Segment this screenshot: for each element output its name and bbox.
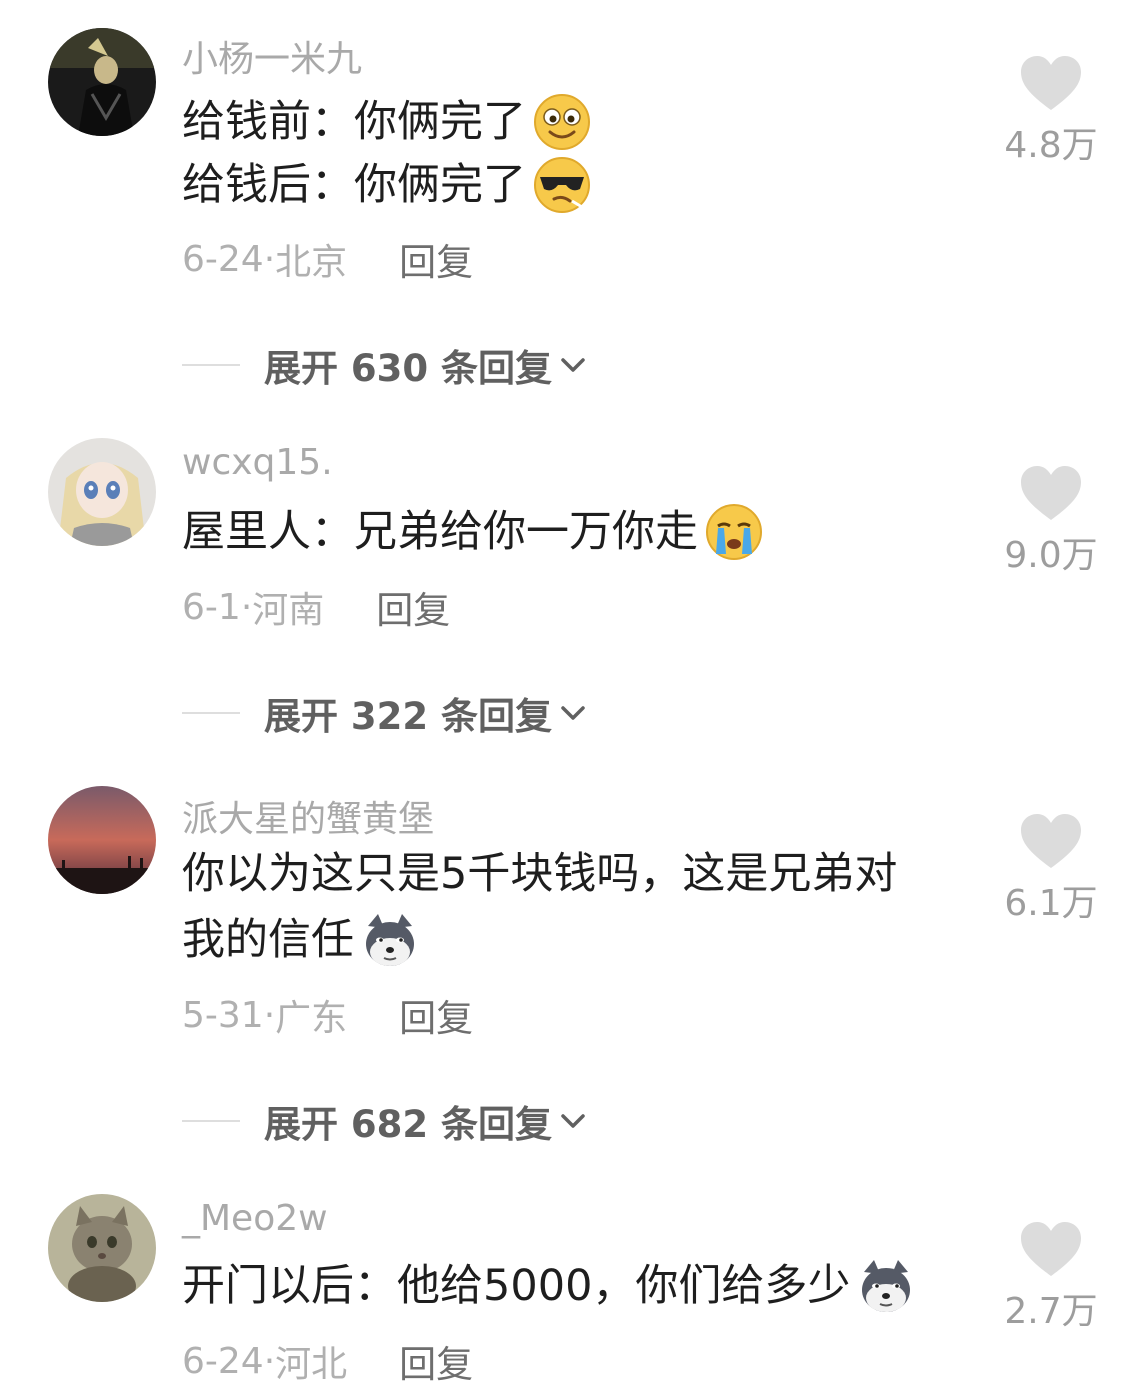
like-control[interactable]: 9.0万 [996,464,1106,578]
comment-date: 5-31 [182,994,264,1036]
smile-emoji [532,92,592,152]
expand-replies-button[interactable]: 展开 682 条回复 [182,1094,588,1148]
cool-emoji [532,155,592,215]
chevron-down-icon [561,358,585,372]
divider [182,364,240,366]
meta-separator: · [263,1340,276,1382]
like-count: 9.0万 [1004,535,1098,576]
username[interactable]: wcxq15. [182,442,333,483]
doge-emoji [360,910,420,970]
avatar[interactable] [48,438,156,546]
like-count: 6.1万 [1004,883,1098,924]
meta-separator: · [263,994,276,1036]
reply-button[interactable]: 回复 [376,580,450,634]
comment-text-line: 屋里人：兄弟给你一万你走 [182,502,764,562]
comment-text-line: 开门以后：他给5000，你们给多少 [182,1256,916,1316]
doge-emoji [856,1256,916,1316]
like-control[interactable]: 4.8万 [996,54,1106,168]
expand-replies-button[interactable]: 展开 630 条回复 [182,338,588,392]
like-control[interactable]: 2.7万 [996,1220,1106,1334]
like-control[interactable]: 6.1万 [996,812,1106,926]
meta-separator: · [240,586,253,628]
comment-text-line: 给钱前：你俩完了 [182,92,592,152]
comment-date: 6-1 [182,586,241,628]
avatar[interactable] [48,28,156,136]
username[interactable]: 派大星的蟹黄堡 [182,790,434,842]
username[interactable]: 小杨一米九 [182,30,362,82]
expand-replies-label: 展开 682 条回复 [264,1103,552,1146]
reply-button[interactable]: 回复 [399,1334,473,1388]
chevron-down-icon [561,1114,585,1128]
comment-location: 北京 [275,242,348,283]
comment-date: 6-24 [182,238,264,280]
divider [182,712,240,714]
comment-text-line: 你以为这只是5千块钱吗，这是兄弟对 [182,849,898,899]
heart-icon[interactable] [1019,812,1083,870]
comment-date: 6-24 [182,1340,264,1382]
username[interactable]: _Meo2w [182,1198,328,1239]
comment-meta: 5-31 · 广东 回复 [182,988,473,1042]
crying-emoji [704,502,764,562]
expand-replies-label: 展开 322 条回复 [264,695,552,738]
comment-text-line: 我的信任 [182,910,420,970]
comment-meta: 6-24 · 北京 回复 [182,232,473,286]
comment-text-line: 给钱后：你俩完了 [182,155,592,215]
comment-meta: 6-24 · 河北 回复 [182,1334,473,1388]
avatar[interactable] [48,786,156,894]
comment-location: 河北 [275,1344,348,1385]
expand-replies-label: 展开 630 条回复 [264,347,552,390]
comment-location: 河南 [252,590,325,631]
reply-button[interactable]: 回复 [399,988,473,1042]
like-count: 2.7万 [1004,1291,1098,1332]
divider [182,1120,240,1122]
heart-icon[interactable] [1019,1220,1083,1278]
expand-replies-button[interactable]: 展开 322 条回复 [182,686,588,740]
avatar[interactable] [48,1194,156,1302]
heart-icon[interactable] [1019,464,1083,522]
comment-meta: 6-1 · 河南 回复 [182,580,450,634]
heart-icon[interactable] [1019,54,1083,112]
like-count: 4.8万 [1004,125,1098,166]
meta-separator: · [263,238,276,280]
reply-button[interactable]: 回复 [399,232,473,286]
chevron-down-icon [561,706,585,720]
comment-location: 广东 [275,998,348,1039]
